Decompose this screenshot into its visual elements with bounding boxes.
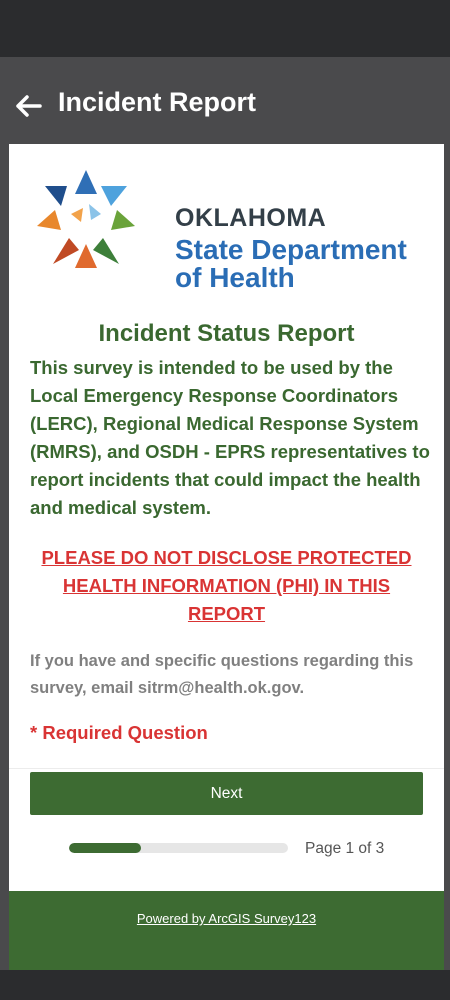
progress-fill (69, 843, 142, 853)
required-note: * Required Question (30, 722, 208, 743)
logo-line-of-health: of Health (175, 262, 295, 293)
page-title: Incident Report (58, 87, 257, 117)
app-bar: Incident Report (0, 57, 450, 144)
logo-line-oklahoma: OKLAHOMA (175, 204, 327, 232)
arrow-left-icon (16, 95, 42, 117)
page-indicator: Page 1 of 3 (305, 840, 385, 857)
divider (9, 768, 444, 769)
contact-info: If you have and specific questions regar… (30, 652, 414, 697)
bottom-bar (0, 970, 450, 1000)
survey-card: OKLAHOMA State Department of Health Inci… (9, 144, 444, 891)
osdh-logo: OKLAHOMA State Department of Health (31, 164, 426, 293)
star-logo-icon (37, 170, 135, 268)
survey-intro: This survey is intended to be used by th… (30, 357, 430, 518)
progress-bar (69, 843, 288, 853)
next-button[interactable]: Next (30, 772, 423, 815)
powered-by-link[interactable]: Powered by ArcGIS Survey123 (9, 911, 444, 926)
frame-right (444, 144, 450, 970)
footer: Powered by ArcGIS Survey123 (9, 891, 444, 970)
back-button[interactable] (14, 91, 44, 121)
status-bar (0, 0, 450, 57)
survey-title: Incident Status Report (98, 320, 355, 347)
phi-warning: PLEASE DO NOT DISCLOSE PROTECTED HEALTH … (41, 547, 412, 624)
frame-left (0, 144, 9, 970)
